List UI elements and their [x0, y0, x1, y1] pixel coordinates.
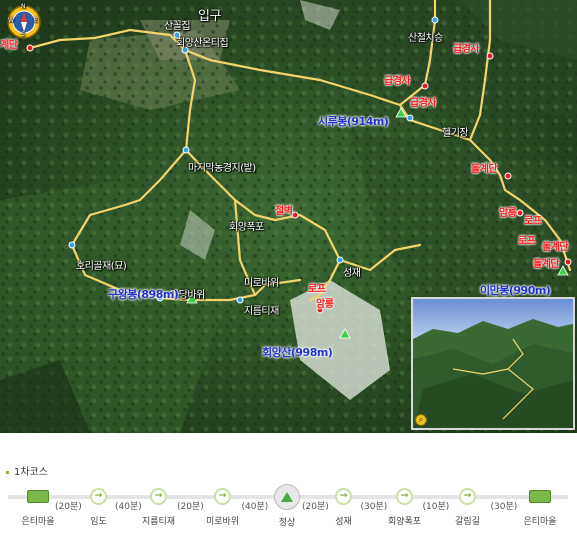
arrow-right-icon: →: [335, 488, 352, 505]
entrance-label: 입구: [198, 9, 221, 24]
label-amnyeong-2: 암릉: [316, 299, 334, 310]
label-dolgyedan-3: 돌계단: [533, 259, 560, 270]
label-rope-1: 로프: [524, 216, 542, 227]
course-duration: (40분): [240, 499, 270, 512]
course-duration: (20분): [176, 499, 205, 512]
course-stop: → 임도: [90, 488, 107, 527]
course-stop-label: 갈림길: [455, 517, 480, 527]
label-gurwangbong: 구왕봉(898m): [108, 288, 179, 301]
course-duration: (40분): [114, 499, 143, 512]
zoom-icon[interactable]: ⌕: [415, 414, 427, 426]
arrow-right-icon: →: [459, 488, 476, 505]
course-duration: (10분): [421, 499, 451, 512]
arrow-right-icon: →: [150, 488, 167, 505]
course-stop-label: 성재: [335, 517, 352, 527]
compass-icon: N S W E: [6, 3, 42, 40]
compass-s: S: [21, 31, 25, 38]
course-stop-label: 미로바위: [205, 517, 240, 527]
label-miro-bawi: 미로바위: [244, 278, 279, 289]
label-jireum-tije: 지름티재: [244, 306, 279, 317]
course-duration: (20분): [54, 499, 83, 512]
arrow-right-icon: →: [214, 488, 231, 505]
inset-3d-view[interactable]: ⌕: [411, 297, 575, 430]
label-rope-3: 로프: [308, 284, 326, 295]
label-sancheolchiseung: 산철치승: [408, 33, 443, 44]
label-geupgyeongsa-1: 급경사: [453, 44, 480, 55]
course-stop: 은티마을: [21, 490, 55, 527]
course-stop-label: 임도: [90, 517, 107, 527]
course-stop: → 미로바위: [206, 488, 239, 527]
course-title: 1차코스: [6, 463, 48, 478]
label-jeolbyeok: 절벽: [275, 206, 293, 217]
course-panel: 1차코스 은티마을 → 임도 → 지름티재 → 미로바위 정상 → 성재 → 회양폭포 → 갈림길 은티마을…: [0, 433, 577, 546]
course-stop-label: 정상: [278, 518, 296, 528]
course-stop: 정상: [274, 484, 300, 528]
label-huiyangsan: 회양산(998m): [262, 346, 333, 359]
trailhead-icon: [27, 490, 49, 503]
arrow-right-icon: →: [396, 488, 413, 505]
trailhead-icon: [529, 490, 551, 503]
label-dolgyedan-1: 돌계단: [471, 164, 498, 175]
course-duration: (30분): [489, 499, 519, 512]
label-imanbong: 이만봉(990m): [480, 284, 551, 297]
label-sanbulgu: 산꼴집: [164, 21, 191, 32]
course-stop-label: 은티마을: [21, 517, 55, 527]
label-geupgyeongsa-3: 급경사: [410, 98, 437, 109]
course-stop: → 지름티재: [142, 488, 175, 527]
course-duration: (30분): [359, 499, 389, 512]
label-geupgyeongsa-2: 급경사: [384, 76, 411, 87]
course-stop: → 갈림길: [455, 488, 480, 527]
compass-n: N: [21, 3, 26, 10]
course-stop: 은티마을: [523, 490, 557, 527]
course-stop: → 회양폭포: [388, 488, 421, 527]
course-stop-label: 지름티재: [141, 517, 176, 527]
label-horangi-goljae: 호리골재(묘): [76, 261, 127, 272]
arrow-right-icon: →: [90, 488, 107, 505]
label-huiyangsan-ontijip: 회양산온티집: [176, 38, 229, 49]
label-west-edge: 계단: [0, 40, 18, 51]
summit-icon: [274, 484, 300, 510]
course-stop-label: 은티마을: [523, 517, 557, 527]
label-huiyang-pokpo: 회양폭포: [229, 222, 264, 233]
compass-e: E: [34, 17, 38, 24]
label-seongjae: 성재: [343, 268, 361, 279]
label-hwangbunjang: 헬기장: [442, 128, 469, 139]
label-amnyeong-1: 암릉: [499, 208, 517, 219]
course-stop-label: 회양폭포: [387, 517, 422, 527]
course-duration: (20분): [301, 499, 330, 512]
compass-w: W: [8, 17, 14, 24]
label-majimak-nongga: 마지막농경지(밭): [188, 163, 256, 174]
label-dolgyedan-2: 돌계단: [542, 242, 569, 253]
label-samubong: 시루봉(914m): [318, 115, 389, 128]
course-stop: → 성재: [335, 488, 352, 527]
trail-map: N S W E 입구 계단 산꼴집 회양산온티집 산철치승 급경사 급경사 급경…: [0, 0, 577, 433]
label-rope-2: 로프: [518, 236, 536, 247]
